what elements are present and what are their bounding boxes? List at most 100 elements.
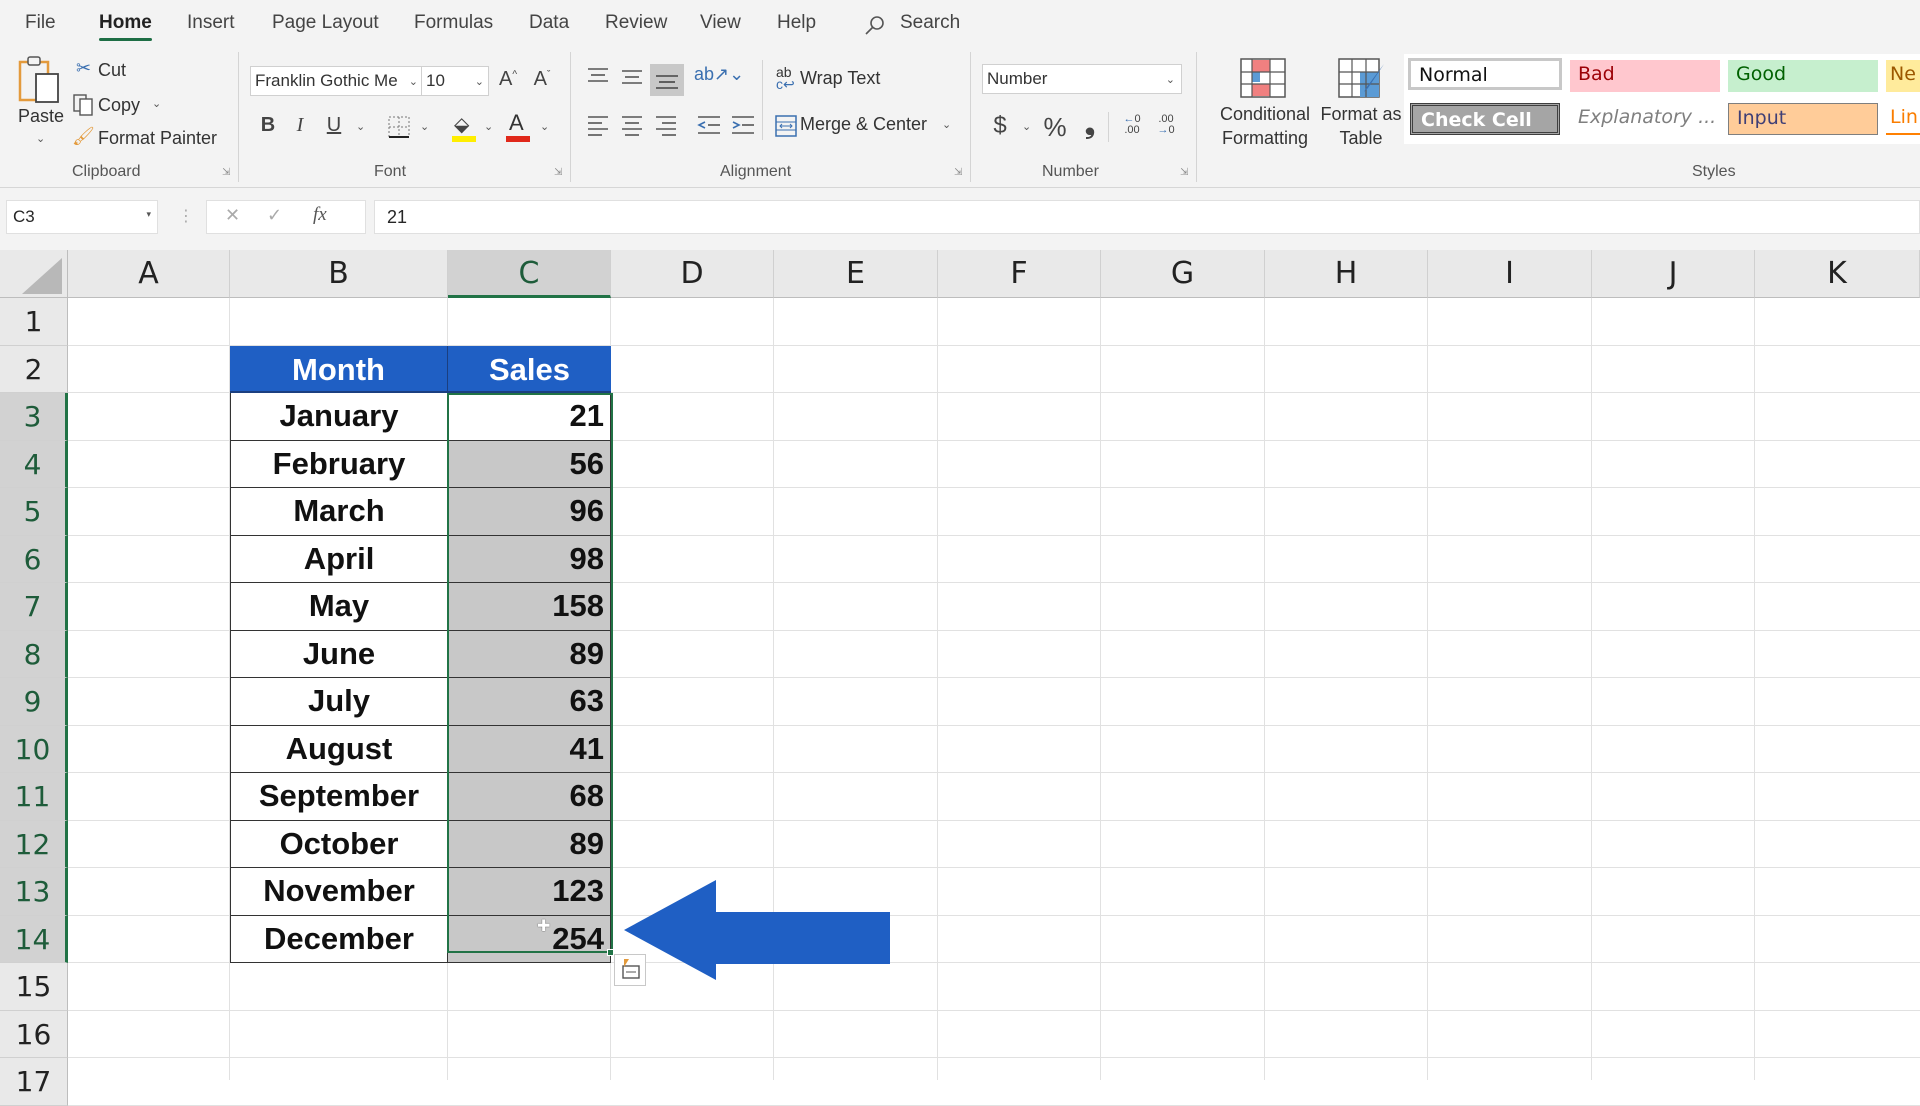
currency-button[interactable]: $ (990, 112, 1010, 140)
increase-font-size-icon[interactable]: A^ (496, 68, 520, 91)
tab-insert[interactable]: Insert (187, 12, 235, 34)
tab-review[interactable]: Review (605, 12, 667, 34)
format-painter-button[interactable]: 🖌 Format Painter (72, 126, 222, 152)
column-header-d[interactable]: D (611, 250, 774, 298)
dialog-launcher-icon[interactable]: ⇲ (554, 167, 562, 178)
decrease-indent-icon[interactable] (696, 114, 722, 136)
percent-button[interactable]: % (1040, 112, 1070, 143)
tab-file[interactable]: File (25, 12, 56, 34)
row-header-17[interactable]: 17 (0, 1058, 68, 1106)
row-header-6[interactable]: 6 (0, 535, 68, 583)
cell-sales[interactable]: 89 (448, 630, 611, 678)
tab-data[interactable]: Data (529, 12, 569, 34)
row-header-2[interactable]: 2 (0, 345, 68, 393)
increase-decimal-icon[interactable]: ←0.00 (1118, 114, 1146, 136)
cell-sales[interactable]: 56 (448, 440, 611, 488)
copy-button[interactable]: Copy ⌄ (72, 93, 172, 119)
row-header-16[interactable]: 16 (0, 1010, 68, 1058)
comma-style-button[interactable]: ❟ (1080, 110, 1100, 141)
dialog-launcher-icon[interactable]: ⇲ (1180, 167, 1188, 178)
number-format-select[interactable]: Number ⌄ (982, 64, 1182, 94)
cell-month[interactable]: July (230, 678, 448, 726)
style-good[interactable]: Good (1728, 60, 1878, 92)
row-header-14[interactable]: 14 (0, 915, 68, 963)
cell-sales[interactable]: 96 (448, 488, 611, 536)
borders-icon[interactable] (386, 114, 412, 140)
chevron-down-icon[interactable]: ⌄ (1022, 120, 1031, 133)
table-header-sales[interactable]: Sales (448, 346, 611, 393)
column-header-k[interactable]: K (1755, 250, 1920, 298)
row-header-15[interactable]: 15 (0, 963, 68, 1011)
font-name-select[interactable]: Franklin Gothic Me ⌄ (250, 66, 422, 96)
cell-sales[interactable]: 98 (448, 535, 611, 583)
cell-month[interactable]: May (230, 583, 448, 631)
cell-month[interactable]: September (230, 773, 448, 821)
tab-page-layout[interactable]: Page Layout (272, 12, 379, 34)
column-header-j[interactable]: J (1592, 250, 1755, 298)
chevron-down-icon[interactable]: ⌄ (540, 120, 549, 133)
align-middle-icon[interactable] (620, 66, 644, 88)
style-bad[interactable]: Bad (1570, 60, 1720, 92)
formula-input[interactable]: 21 (374, 200, 1920, 234)
decrease-font-size-icon[interactable]: Aˇ (530, 68, 554, 91)
cell-month[interactable]: November (230, 868, 448, 916)
cut-button[interactable]: ✂ Cut (76, 58, 196, 84)
row-header-11[interactable]: 11 (0, 773, 68, 821)
dialog-launcher-icon[interactable]: ⇲ (954, 167, 962, 178)
align-left-icon[interactable] (586, 114, 610, 136)
column-header-i[interactable]: I (1428, 250, 1592, 298)
row-header-13[interactable]: 13 (0, 868, 68, 916)
cell-sales[interactable]: 63 (448, 678, 611, 726)
active-cell-sales[interactable]: 21 (448, 393, 611, 441)
merge-center-button[interactable]: Merge & Center ⌄ (774, 112, 954, 140)
italic-button[interactable]: I (290, 114, 310, 137)
cell-month[interactable]: March (230, 488, 448, 536)
tab-help[interactable]: Help (777, 12, 816, 34)
column-header-e[interactable]: E (774, 250, 938, 298)
dialog-launcher-icon[interactable]: ⇲ (222, 167, 230, 178)
cell-month[interactable]: February (230, 440, 448, 488)
row-header-10[interactable]: 10 (0, 725, 68, 773)
select-all-button[interactable] (0, 250, 68, 298)
column-header-c[interactable]: C (448, 250, 611, 298)
bold-button[interactable]: B (258, 114, 278, 137)
cell-month[interactable]: June (230, 630, 448, 678)
style-normal[interactable]: Normal (1408, 58, 1562, 90)
row-header-8[interactable]: 8 (0, 630, 68, 678)
table-header-month[interactable]: Month (230, 346, 448, 393)
chevron-down-icon[interactable]: ⌄ (356, 120, 365, 133)
column-header-f[interactable]: F (938, 250, 1101, 298)
align-center-icon[interactable] (620, 114, 644, 136)
cell-month[interactable]: August (230, 725, 448, 773)
style-explanatory[interactable]: Explanatory ... (1570, 103, 1720, 135)
cell-sales[interactable]: 68 (448, 773, 611, 821)
cancel-icon[interactable]: ✕ (225, 205, 240, 226)
cell-month[interactable]: January (230, 393, 448, 441)
cell-sales[interactable]: 254 (448, 915, 611, 963)
fill-color-button[interactable]: ⬙ (450, 112, 478, 142)
cell-sales[interactable]: 89 (448, 820, 611, 868)
increase-indent-icon[interactable] (730, 114, 756, 136)
row-header-3[interactable]: 3 (0, 393, 68, 441)
row-header-9[interactable]: 9 (0, 678, 68, 726)
row-header-12[interactable]: 12 (0, 820, 68, 868)
align-right-icon[interactable] (654, 114, 678, 136)
underline-button[interactable]: U (324, 114, 344, 137)
font-color-button[interactable]: A (504, 110, 532, 142)
decrease-decimal-icon[interactable]: .00 →0 (1152, 114, 1180, 136)
tab-view[interactable]: View (700, 12, 741, 34)
cell-sales[interactable]: 158 (448, 583, 611, 631)
fill-handle[interactable] (607, 949, 614, 956)
font-size-select[interactable]: 10 ⌄ (421, 66, 489, 96)
chevron-down-icon[interactable]: ⌄ (420, 120, 429, 133)
name-box[interactable]: C3 ▾ (6, 200, 158, 234)
cell-sales[interactable]: 41 (448, 725, 611, 773)
style-neutral[interactable]: Ne (1886, 60, 1920, 92)
column-header-a[interactable]: A (68, 250, 230, 298)
column-header-g[interactable]: G (1101, 250, 1265, 298)
orientation-icon[interactable]: ab↗⌄ (694, 64, 744, 85)
column-header-h[interactable]: H (1265, 250, 1428, 298)
cell-month[interactable]: April (230, 535, 448, 583)
format-as-table-button[interactable]: Format as Table (1318, 56, 1404, 156)
cell-month[interactable]: December (230, 915, 448, 963)
